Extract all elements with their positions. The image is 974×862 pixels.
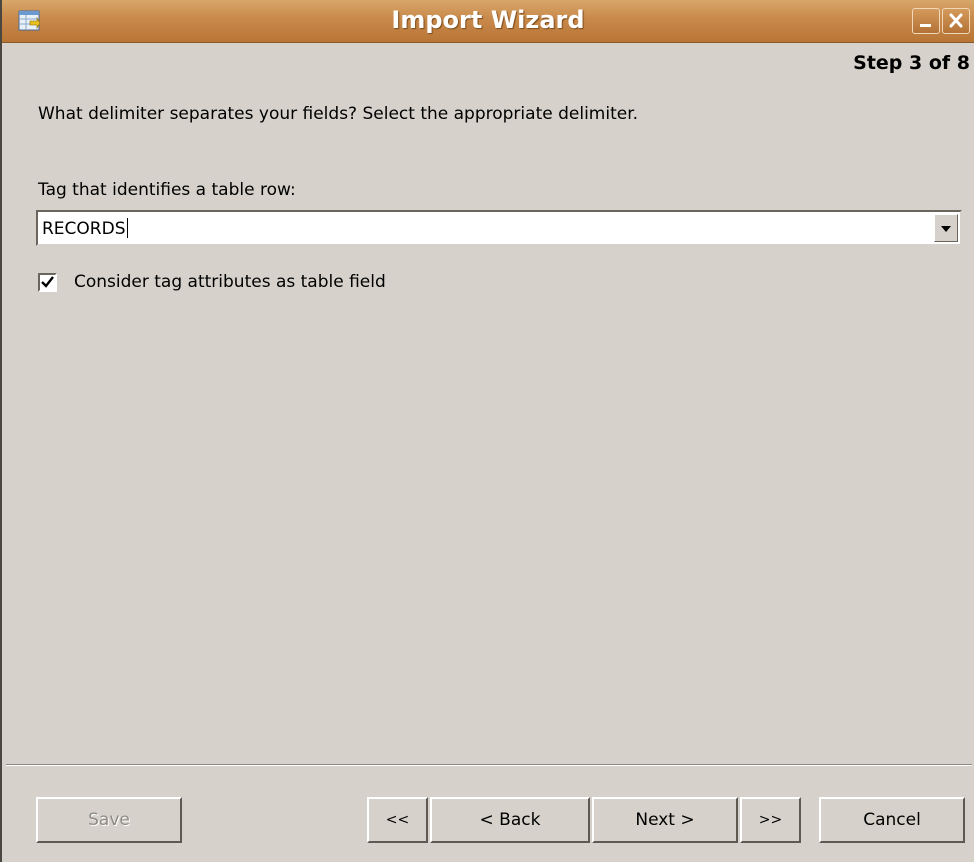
import-wizard-window: Import Wizard Step 3 of 8 What delimiter…: [0, 0, 974, 862]
attributes-checkbox[interactable]: [38, 273, 57, 292]
window-title: Import Wizard: [391, 6, 585, 34]
close-button[interactable]: [942, 8, 970, 34]
row-tag-combobox[interactable]: RECORDS: [36, 210, 962, 246]
cancel-button[interactable]: Cancel: [819, 797, 965, 843]
step-indicator: Step 3 of 8: [853, 52, 970, 74]
footer-divider: [6, 764, 972, 766]
minimize-button[interactable]: [912, 8, 940, 34]
first-step-button[interactable]: <<: [367, 797, 428, 843]
row-tag-value: RECORDS: [42, 219, 126, 239]
checkmark-icon: [41, 276, 54, 288]
minimize-icon: [920, 24, 931, 27]
close-icon: [949, 13, 963, 28]
instruction-text: What delimiter separates your fields? Se…: [38, 104, 639, 124]
attributes-checkbox-label[interactable]: Consider tag attributes as table field: [74, 272, 386, 292]
row-tag-input[interactable]: RECORDS: [42, 218, 128, 239]
dropdown-button[interactable]: [934, 214, 958, 242]
back-button[interactable]: < Back: [430, 797, 590, 843]
chevron-down-icon: [941, 226, 951, 232]
next-button[interactable]: Next >: [592, 797, 738, 843]
text-cursor: [126, 218, 128, 238]
save-button[interactable]: Save: [36, 797, 182, 843]
last-step-button[interactable]: >>: [740, 797, 801, 843]
row-tag-label: Tag that identifies a table row:: [38, 180, 296, 200]
title-bar[interactable]: Import Wizard: [2, 0, 974, 43]
